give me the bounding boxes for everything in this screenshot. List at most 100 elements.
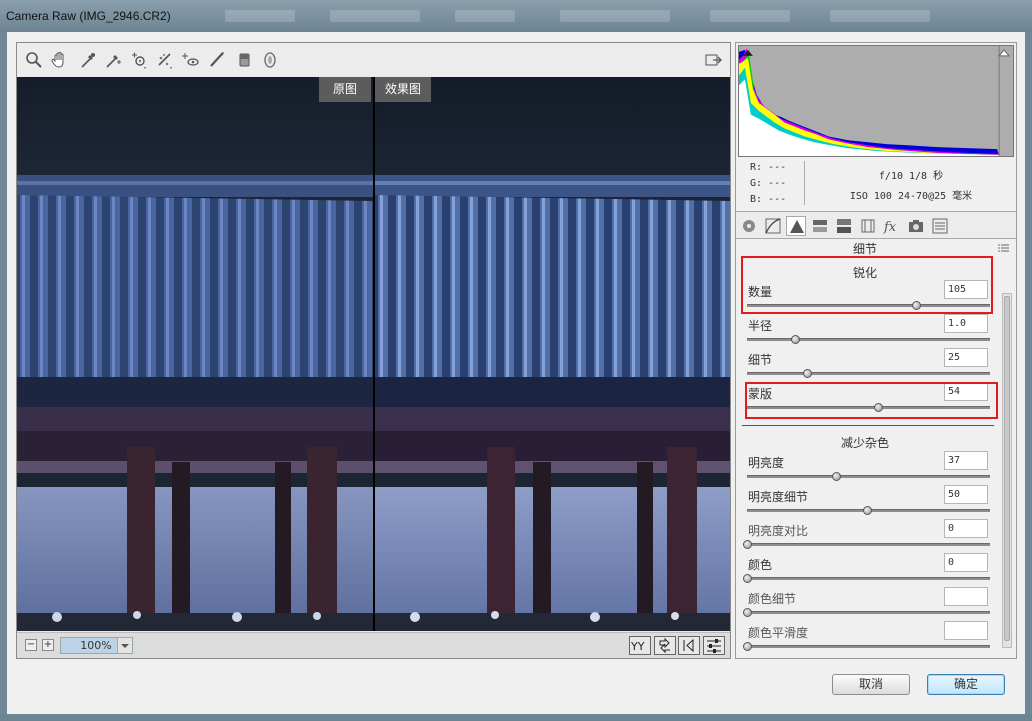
- presets-icon[interactable]: [930, 216, 950, 236]
- color-detail-field[interactable]: [944, 587, 988, 606]
- masking-slider-thumb[interactable]: [874, 403, 883, 412]
- split-divider: [373, 77, 375, 631]
- effects-icon[interactable]: fx: [882, 216, 902, 236]
- tool-bar: [17, 43, 730, 76]
- preview-status-bar: − + 100% YY: [17, 632, 730, 658]
- camera-calibration-icon[interactable]: [906, 216, 926, 236]
- panel-tabs: fx: [736, 211, 1016, 239]
- targeted-adjust-icon[interactable]: [129, 50, 149, 70]
- color-smoothness-slider-thumb[interactable]: [743, 642, 752, 651]
- luminance-contrast-label: 明亮度对比: [748, 524, 809, 538]
- basic-icon[interactable]: [739, 216, 759, 236]
- radius-label: 半径: [748, 319, 773, 333]
- chevron-down-icon: [121, 644, 129, 648]
- color-detail-label: 颜色细节: [748, 592, 797, 606]
- info-readout: R: --- G: --- B: --- f/10 1/8 秒 ISO 100 …: [736, 157, 1016, 209]
- before-label: 原图: [319, 77, 371, 102]
- luminance-contrast-field[interactable]: 0: [944, 519, 988, 538]
- swap-icon: [659, 637, 670, 654]
- amount-slider[interactable]: [747, 304, 990, 307]
- color-field[interactable]: 0: [944, 553, 988, 572]
- detail-slider[interactable]: [747, 372, 990, 375]
- amount-slider-thumb[interactable]: [912, 301, 921, 310]
- luminance-slider-thumb[interactable]: [832, 472, 841, 481]
- color-slider[interactable]: [747, 577, 990, 580]
- color-smoothness-label: 颜色平滑度: [748, 626, 809, 640]
- cancel-button[interactable]: 取消: [832, 674, 910, 695]
- detail-field[interactable]: 25: [944, 348, 988, 367]
- split-toning-icon[interactable]: [834, 216, 854, 236]
- preferences-icon[interactable]: [703, 50, 723, 70]
- before-image: [17, 77, 373, 631]
- color-smoothness-slider[interactable]: [747, 645, 990, 648]
- luminance-contrast-slider[interactable]: [747, 543, 990, 546]
- amount-label: 数量: [748, 285, 773, 299]
- svg-text:fx: fx: [883, 220, 897, 235]
- panel-title: 细节: [852, 242, 877, 256]
- exposure-info: f/10 1/8 秒: [878, 171, 944, 182]
- color-detail-slider[interactable]: [747, 611, 990, 614]
- window-title: Camera Raw (IMG_2946.CR2): [6, 9, 171, 23]
- detail-slider-thumb[interactable]: [803, 369, 812, 378]
- panel-scrollbar[interactable]: [1002, 293, 1012, 648]
- yy-view-icon: YY: [630, 640, 645, 653]
- luminance-field[interactable]: 37: [944, 451, 988, 470]
- after-image: [375, 77, 730, 631]
- luminance-detail-label: 明亮度细节: [748, 490, 809, 504]
- color-slider-thumb[interactable]: [743, 574, 752, 583]
- color-smoothness-field[interactable]: [944, 621, 988, 640]
- after-label: 效果图: [375, 77, 431, 102]
- svg-text:YY: YY: [630, 640, 645, 653]
- zoom-icon[interactable]: [24, 50, 44, 70]
- radius-slider-thumb[interactable]: [791, 335, 800, 344]
- luminance-detail-slider-thumb[interactable]: [863, 506, 872, 515]
- crop-icon[interactable]: [155, 50, 175, 70]
- before-after-view-button[interactable]: YY: [629, 636, 651, 655]
- color-label: 颜色: [748, 558, 773, 572]
- panel-menu-icon[interactable]: [998, 241, 1010, 253]
- radial-filter-icon[interactable]: [260, 50, 280, 70]
- adjustments-panel: R: --- G: --- B: --- f/10 1/8 秒 ISO 100 …: [735, 42, 1017, 659]
- masking-field[interactable]: 54: [944, 382, 988, 401]
- hand-icon[interactable]: [50, 50, 70, 70]
- color-detail-slider-thumb[interactable]: [743, 608, 752, 617]
- detail-icon[interactable]: [786, 216, 806, 236]
- masking-slider[interactable]: [747, 406, 990, 409]
- image-preview[interactable]: 原图 效果图: [17, 77, 730, 631]
- scrollbar-thumb[interactable]: [1004, 296, 1010, 641]
- zoom-out-button[interactable]: −: [25, 639, 37, 651]
- view-options-button[interactable]: [703, 636, 725, 655]
- iso-lens-info: ISO 100 24-70@25 毫米: [849, 191, 973, 202]
- titlebar-blur: [225, 10, 295, 22]
- hsl-icon[interactable]: [810, 216, 830, 236]
- ok-button[interactable]: 确定: [927, 674, 1005, 695]
- red-eye-icon[interactable]: [207, 50, 227, 70]
- titlebar-blur: [455, 10, 515, 22]
- detail-label: 细节: [748, 353, 773, 367]
- copy-arrow-icon: [683, 638, 694, 653]
- adjustment-brush-icon[interactable]: [234, 50, 254, 70]
- section-divider: [742, 425, 994, 426]
- preview-panel: 原图 效果图 − + 100% YY: [16, 42, 731, 659]
- radius-field[interactable]: 1.0: [944, 314, 988, 333]
- spot-removal-icon[interactable]: [180, 50, 200, 70]
- titlebar-blur: [710, 10, 790, 22]
- color-sampler-icon[interactable]: [103, 50, 123, 70]
- luminance-detail-field[interactable]: 50: [944, 485, 988, 504]
- tone-curve-icon[interactable]: [763, 216, 783, 236]
- titlebar-blur: [560, 10, 670, 22]
- red-readout: R: ---: [750, 162, 787, 173]
- amount-field[interactable]: 105: [944, 280, 988, 299]
- copy-settings-button[interactable]: [678, 636, 700, 655]
- white-balance-icon[interactable]: [78, 50, 98, 70]
- swap-settings-button[interactable]: [654, 636, 676, 655]
- zoom-in-button[interactable]: +: [42, 639, 54, 651]
- lens-corrections-icon[interactable]: [858, 216, 878, 236]
- window-frame-bottom: [0, 714, 1032, 721]
- radius-slider[interactable]: [747, 338, 990, 341]
- luminance-contrast-slider-thumb[interactable]: [743, 540, 752, 549]
- noise-reduction-title: 减少杂色: [840, 436, 889, 450]
- blue-readout: B: ---: [750, 194, 787, 205]
- zoom-dropdown[interactable]: [117, 637, 133, 654]
- luminance-slider[interactable]: [747, 475, 990, 478]
